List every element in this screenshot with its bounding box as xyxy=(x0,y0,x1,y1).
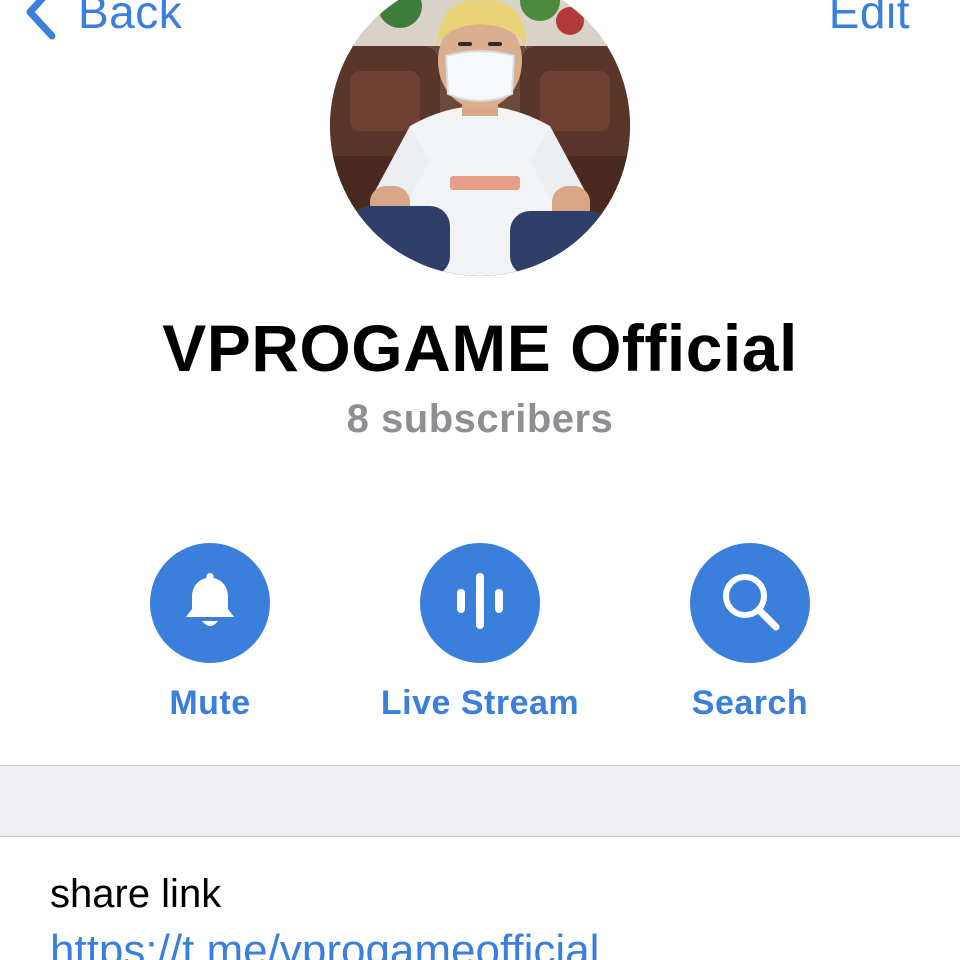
channel-title: VPROGAME Official xyxy=(162,311,798,385)
live-stream-button[interactable]: Live Stream xyxy=(360,543,600,723)
back-label: Back xyxy=(78,0,183,38)
share-link-url[interactable]: https://t.me/vprogameofficial xyxy=(50,925,599,960)
live-stream-label: Live Stream xyxy=(380,684,580,722)
channel-info-screen: Back Edit VPROGAME Official 8 subscriber… xyxy=(0,0,960,960)
search-button[interactable]: Search xyxy=(630,543,870,723)
subscriber-count: 8 subscribers xyxy=(346,397,614,441)
search-label: Search xyxy=(691,684,809,722)
search-button-circle[interactable] xyxy=(690,543,810,663)
mute-button[interactable]: Mute xyxy=(90,543,330,723)
share-link-label: share link xyxy=(50,872,222,916)
chevron-left-icon xyxy=(22,0,58,40)
search-icon xyxy=(718,569,782,638)
edit-button[interactable]: Edit xyxy=(829,0,910,42)
back-button[interactable]: Back xyxy=(22,0,182,42)
avatar[interactable] xyxy=(330,0,630,276)
live-stream-icon xyxy=(450,569,510,638)
mute-label: Mute xyxy=(169,684,251,722)
mute-button-circle[interactable] xyxy=(150,543,270,663)
live-stream-button-circle[interactable] xyxy=(420,543,540,663)
section-separator xyxy=(0,765,960,837)
bell-icon xyxy=(180,569,240,638)
